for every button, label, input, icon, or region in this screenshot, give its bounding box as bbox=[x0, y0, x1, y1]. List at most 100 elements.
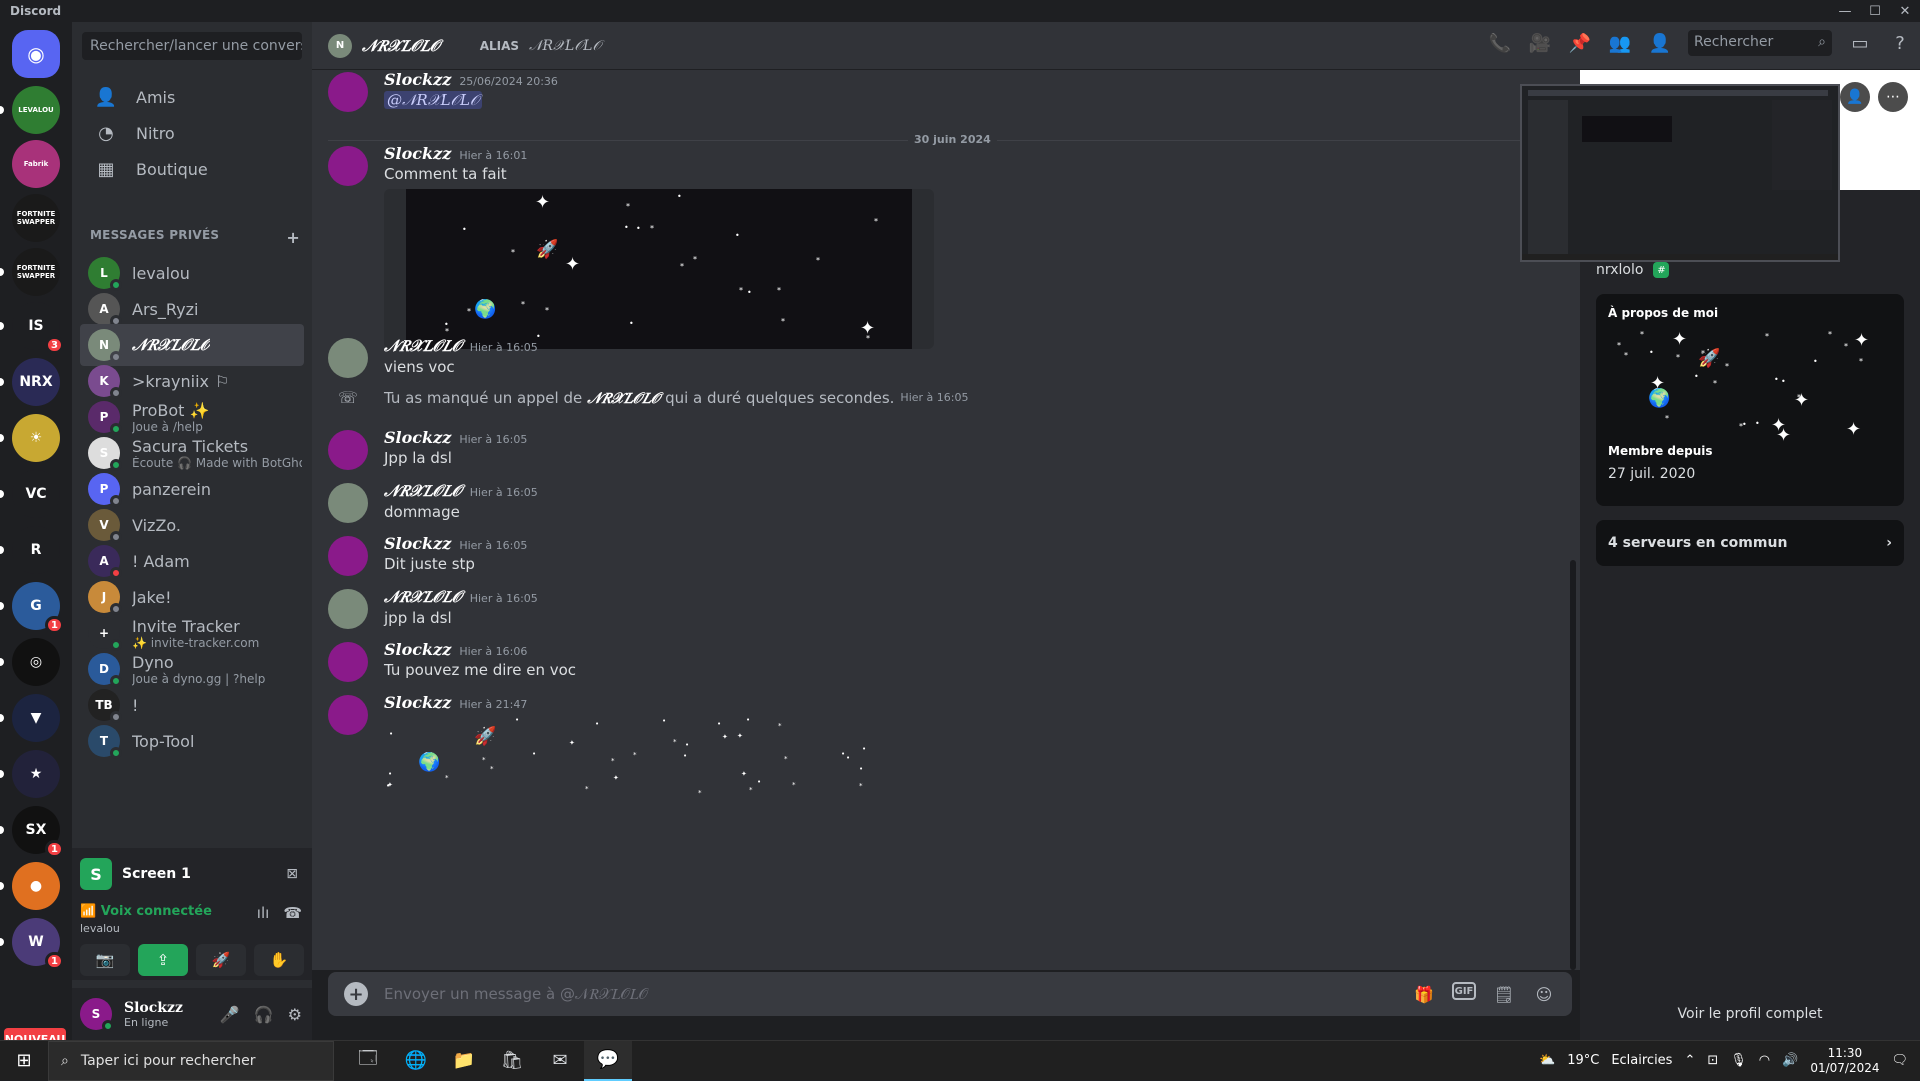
message-avatar[interactable] bbox=[328, 695, 368, 735]
message-avatar[interactable] bbox=[328, 338, 368, 378]
gift-icon[interactable]: 🎁 bbox=[1412, 982, 1436, 1006]
message-author[interactable]: 𝒩𝑅𝒳𝐿𝒪𝐿𝒪 bbox=[384, 481, 462, 501]
add-dm-icon[interactable]: + bbox=[286, 228, 300, 247]
noise-icon[interactable]: ılı bbox=[257, 904, 270, 922]
emoji-icon[interactable]: ☺ bbox=[1532, 982, 1556, 1006]
server-icon[interactable]: IS 3 bbox=[0, 302, 64, 354]
camera-button[interactable]: 📷 bbox=[80, 944, 130, 976]
server-icon[interactable]: ● bbox=[0, 862, 60, 910]
message-avatar[interactable] bbox=[328, 72, 368, 112]
weather-desc[interactable]: Eclaircies bbox=[1611, 1053, 1672, 1068]
message-author[interactable]: Slockzz bbox=[384, 640, 451, 659]
clock[interactable]: 11:30 01/07/2024 bbox=[1810, 1046, 1879, 1076]
message-author[interactable]: Slockzz bbox=[384, 534, 451, 553]
edge-icon[interactable]: 🌐 bbox=[392, 1041, 440, 1081]
nav-boutique[interactable]: ▦ Boutique bbox=[80, 148, 304, 190]
mutual-servers[interactable]: 4 serveurs en commun › bbox=[1596, 520, 1904, 566]
file-explorer-icon[interactable]: 📁 bbox=[440, 1041, 488, 1081]
server-icon[interactable]: LEVALOU bbox=[0, 86, 60, 134]
screen-share-item[interactable]: S Screen 1 ⊠ bbox=[80, 856, 304, 892]
user-info[interactable]: Slockzz En ligne bbox=[124, 1000, 183, 1029]
weather-icon[interactable]: ⛅ bbox=[1539, 1053, 1555, 1068]
video-call-icon[interactable]: 🎥 bbox=[1528, 31, 1552, 55]
message-author[interactable]: Slockzz bbox=[384, 144, 451, 163]
pinned-messages-icon[interactable]: 📌 bbox=[1568, 31, 1592, 55]
add-friends-icon[interactable]: 👥 bbox=[1608, 31, 1632, 55]
mic-icon[interactable]: 🎤 bbox=[220, 1005, 240, 1024]
more-options-icon[interactable]: ⋯ bbox=[1878, 82, 1908, 112]
mention-badge: 1 bbox=[45, 840, 64, 858]
discord-app-icon[interactable]: 💬 bbox=[584, 1040, 632, 1081]
message-avatar[interactable] bbox=[328, 483, 368, 523]
message-avatar[interactable] bbox=[328, 642, 368, 682]
help-icon[interactable]: ? bbox=[1888, 31, 1912, 55]
volume-icon[interactable]: 🔊 bbox=[1782, 1053, 1798, 1068]
chevron-up-icon[interactable]: ⌃ bbox=[1684, 1053, 1695, 1068]
mail-icon[interactable]: ✉ bbox=[536, 1041, 584, 1081]
message-composer[interactable]: + Envoyer un message à @𝒩𝑅𝒳𝐿𝒪𝐿𝒪 🎁 GIF 🗒 … bbox=[328, 972, 1572, 1016]
share-screen-button[interactable]: ⇪ bbox=[138, 944, 188, 976]
activity-button[interactable]: 🚀 bbox=[196, 944, 246, 976]
wifi-icon[interactable]: ◠ bbox=[1759, 1053, 1770, 1068]
windows-start-icon[interactable]: ⊞ bbox=[0, 1041, 48, 1081]
voice-channel[interactable]: levalou bbox=[80, 922, 120, 935]
message-avatar[interactable] bbox=[328, 589, 368, 629]
server-icon[interactable]: FORTNITE SWAPPER bbox=[0, 248, 60, 296]
dm-search-input[interactable]: Rechercher/lancer une conversa... bbox=[82, 32, 302, 60]
server-icon[interactable]: R bbox=[0, 526, 60, 574]
network-icon[interactable]: ⊡ bbox=[1707, 1053, 1718, 1068]
minimize-button[interactable]: — bbox=[1830, 0, 1860, 22]
home-discord-icon[interactable]: ◉ bbox=[12, 30, 60, 78]
disconnect-icon[interactable]: ☎ bbox=[283, 904, 302, 922]
server-icon[interactable]: ☀ bbox=[0, 414, 60, 462]
user-mention[interactable]: @𝒩𝑅𝒳𝐿𝒪𝐿𝒪 bbox=[384, 91, 483, 109]
soundboard-button[interactable]: ✋ bbox=[254, 944, 304, 976]
sticker-icon[interactable]: 🗒 bbox=[1492, 982, 1516, 1006]
dm-item[interactable]: T Top-Tool bbox=[80, 720, 304, 762]
server-icon[interactable]: VC bbox=[0, 470, 60, 518]
chat-scrollbar[interactable] bbox=[1570, 560, 1576, 970]
message-input[interactable]: Envoyer un message à @𝒩𝑅𝒳𝐿𝒪𝐿𝒪 bbox=[384, 985, 1412, 1003]
voice-call-icon[interactable]: 📞 bbox=[1488, 31, 1512, 55]
user-avatar[interactable]: S bbox=[80, 998, 114, 1032]
caller-name[interactable]: 𝒩𝑅𝒳𝐿𝒪𝐿𝒪 bbox=[587, 389, 660, 407]
header-search-input[interactable]: Rechercher ⌕ bbox=[1688, 30, 1832, 56]
message-avatar[interactable] bbox=[328, 146, 368, 186]
headphones-icon[interactable]: 🎧 bbox=[254, 1005, 274, 1024]
full-profile-link[interactable]: Voir le profil complet bbox=[1580, 1006, 1920, 1022]
mic-tray-icon[interactable]: 🎙 bbox=[1730, 1053, 1747, 1068]
server-icon[interactable]: Fabrik bbox=[12, 140, 60, 188]
task-view-icon[interactable]: 🗔 bbox=[344, 1041, 392, 1081]
voice-connected-status[interactable]: 📶 Voix connectée bbox=[80, 904, 212, 919]
server-icon[interactable]: G1 bbox=[0, 582, 64, 634]
close-button[interactable]: ✕ bbox=[1890, 0, 1920, 22]
server-icon[interactable]: NRX bbox=[0, 358, 60, 406]
message-author[interactable]: 𝒩𝑅𝒳𝐿𝒪𝐿𝒪 bbox=[384, 336, 462, 356]
stop-share-icon[interactable]: ⊠ bbox=[286, 866, 298, 882]
server-icon[interactable]: ★ bbox=[0, 750, 60, 798]
gif-icon[interactable]: GIF bbox=[1452, 982, 1476, 1000]
taskbar-search[interactable]: ⌕ Taper ici pour rechercher bbox=[48, 1040, 334, 1081]
store-icon[interactable]: 🛍 bbox=[488, 1041, 536, 1081]
notifications-icon[interactable]: 🗨 bbox=[1891, 1053, 1908, 1068]
server-icon[interactable]: W1 bbox=[0, 918, 64, 970]
message-avatar[interactable] bbox=[328, 430, 368, 470]
attach-plus-icon[interactable]: + bbox=[344, 982, 368, 1006]
user-profile-icon[interactable]: 👤 bbox=[1648, 31, 1672, 55]
server-icon[interactable]: ▼ bbox=[0, 694, 60, 742]
message-author[interactable]: 𝒩𝑅𝒳𝐿𝒪𝐿𝒪 bbox=[384, 587, 462, 607]
settings-gear-icon[interactable]: ⚙ bbox=[288, 1005, 302, 1024]
add-friend-icon[interactable]: 👤 bbox=[1840, 82, 1870, 112]
server-icon[interactable]: FORTNITE SWAPPER bbox=[12, 194, 60, 242]
inbox-icon[interactable]: ▭ bbox=[1848, 31, 1872, 55]
message-avatar[interactable] bbox=[328, 536, 368, 576]
screen-share-preview[interactable] bbox=[1520, 84, 1840, 262]
maximize-button[interactable]: ☐ bbox=[1860, 0, 1890, 22]
server-icon[interactable]: SX 1 bbox=[0, 806, 64, 858]
image-attachment[interactable]: • • * * * * * • • * * • * * * ✦ * * * ✦ • * • * • * ✦ • 🚀 🌍 bbox=[384, 189, 934, 349]
message-author[interactable]: Slockzz bbox=[384, 693, 451, 712]
message-author[interactable]: Slockzz bbox=[384, 70, 451, 89]
weather-temp[interactable]: 19°C bbox=[1567, 1053, 1599, 1068]
message-author[interactable]: Slockzz bbox=[384, 428, 451, 447]
server-icon[interactable]: ◎ bbox=[0, 638, 60, 686]
